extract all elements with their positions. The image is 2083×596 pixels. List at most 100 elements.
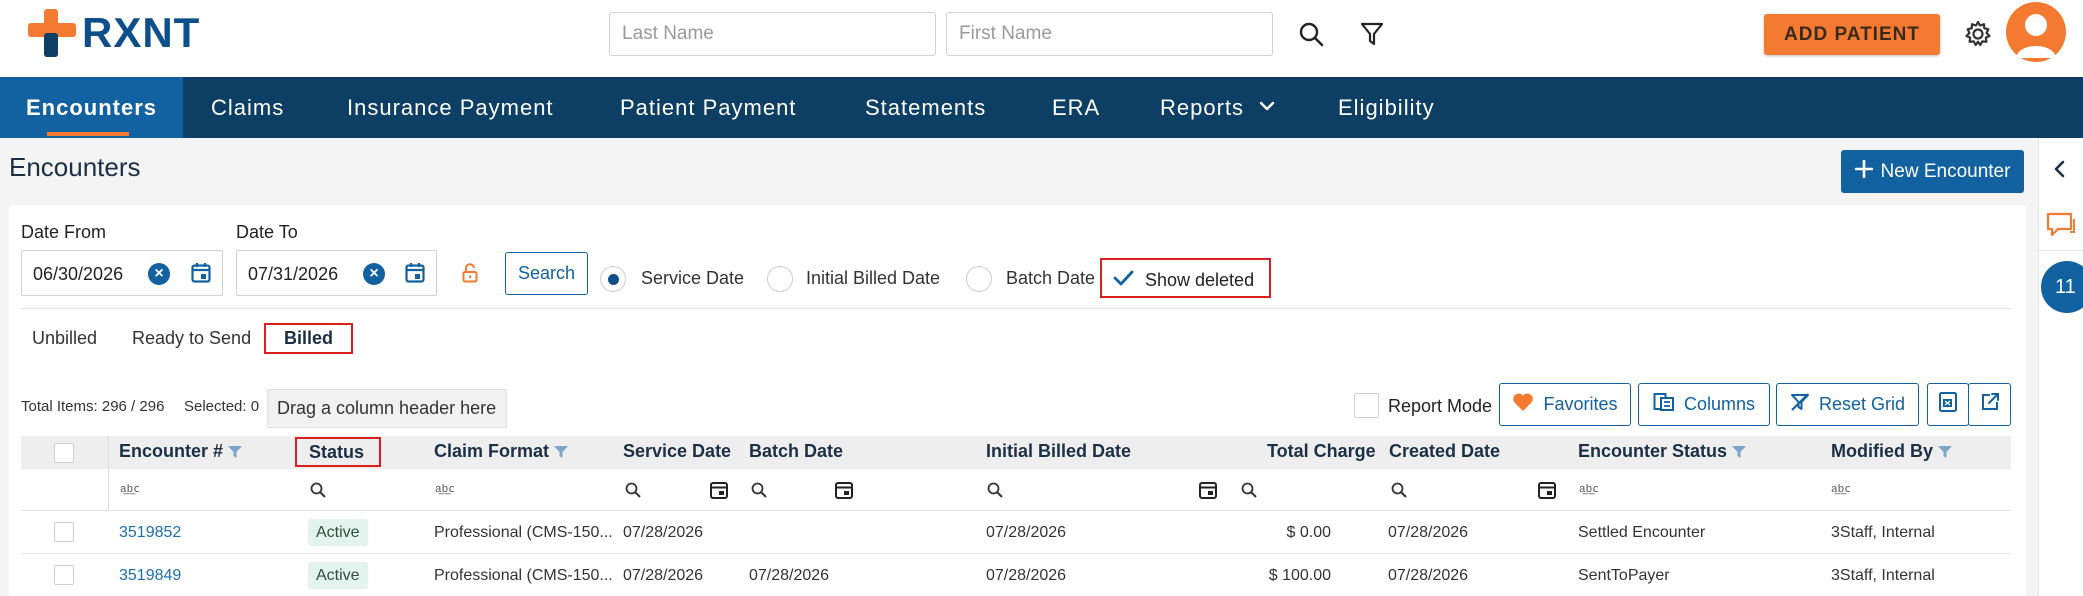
nav-statements[interactable]: Statements [865,77,986,138]
check-icon [1112,267,1134,289]
search-icon[interactable] [1241,482,1257,498]
nav-encounters[interactable]: Encounters [0,77,184,138]
date-from-label: Date From [21,222,107,242]
calendar-icon[interactable] [405,262,425,284]
column-header-encounter-status[interactable]: Encounter Status [1578,441,1747,462]
search-icon[interactable] [625,482,641,498]
new-encounter-button[interactable]: New Encounter [1841,150,2024,193]
radio-initial-billed-date-label: Initial Billed Date [806,268,941,288]
filter-divider [21,308,2011,309]
encounter-status-cell: SentToPayer [1578,567,1670,584]
calendar-icon[interactable] [710,480,728,500]
column-header-created-date[interactable]: Created Date [1389,441,1500,462]
row-checkbox[interactable] [54,565,74,585]
reset-grid-button[interactable]: Reset Grid [1776,383,1919,426]
table-row[interactable]: 3519852 Active Professional (CMS-150... … [21,511,2011,554]
column-header-batch-date[interactable]: Batch Date [749,441,843,462]
clear-icon[interactable]: × [363,263,385,285]
show-deleted-checkbox[interactable]: Show deleted [1100,258,1271,298]
radio-service-date-label: Service Date [641,268,745,288]
select-all-checkbox[interactable] [54,443,74,463]
radio-initial-billed-date[interactable] [767,266,793,292]
favorites-button[interactable]: Favorites [1499,383,1631,426]
unlock-icon[interactable] [462,263,478,288]
show-deleted-label: Show deleted [1145,270,1255,290]
columns-button[interactable]: Columns [1638,383,1770,426]
add-patient-button[interactable]: ADD PATIENT [1764,14,1940,55]
search-icon[interactable] [751,482,767,498]
text-filter-icon[interactable]: a͟b͟c [1579,482,1599,496]
new-encounter-label: New Encounter [1880,160,2011,182]
search-icon[interactable] [1295,18,1327,50]
text-filter-icon[interactable]: a͟b͟c [1831,482,1851,496]
column-header-total-charge[interactable]: Total Charge [1267,441,1376,462]
last-name-input[interactable] [609,12,936,56]
column-header-modified-by[interactable]: Modified By [1831,441,1953,462]
date-from-field[interactable]: 06/30/2026 × [21,250,223,296]
radio-service-date[interactable] [600,266,626,292]
text-filter-icon[interactable]: a͟b͟c [120,482,140,496]
search-button[interactable]: Search [505,252,588,295]
text-filter-icon[interactable]: a͟b͟c [435,482,455,496]
encounter-number-link[interactable]: 3519849 [119,567,181,585]
calendar-icon[interactable] [1538,480,1556,500]
radio-batch-date[interactable] [966,266,992,292]
chat-icon[interactable] [2045,210,2077,245]
top-header: RXNT ADD PATIENT [0,0,2083,77]
search-icon[interactable] [987,482,1003,498]
status-badge: Active [308,519,368,546]
calendar-icon[interactable] [191,262,211,284]
right-rail [2038,138,2083,596]
filter-icon[interactable] [1356,18,1388,50]
first-name-input[interactable] [946,12,1273,56]
column-header-initial-billed-date[interactable]: Initial Billed Date [986,441,1131,462]
heart-icon [1512,392,1534,417]
service-date-cell: 07/28/2026 [623,524,704,541]
nav-insurance-payment[interactable]: Insurance Payment [347,77,554,138]
page-title: Encounters [9,152,141,182]
search-icon[interactable] [310,482,326,498]
column-header-encounter[interactable]: Encounter # [119,441,243,462]
nav-claims[interactable]: Claims [211,77,284,138]
modified-by-cell: 3Staff, Internal [1831,567,1935,584]
search-icon[interactable] [1391,482,1407,498]
share-button[interactable] [1968,383,2011,426]
tab-ready-to-send[interactable]: Ready to Send [132,328,251,349]
claim-format-cell: Professional (CMS-150... [434,524,613,541]
selected-count: Selected: 0 [184,398,260,415]
nav-patient-payment[interactable]: Patient Payment [620,77,796,138]
chevron-left-icon[interactable] [2052,160,2068,183]
calendar-icon[interactable] [835,480,853,500]
claim-format-cell: Professional (CMS-150... [434,567,613,584]
row-checkbox[interactable] [54,522,74,542]
columns-label: Columns [1683,394,1756,414]
tab-billed[interactable]: Billed [264,323,353,354]
chevron-down-icon[interactable] [1258,77,1278,138]
report-mode-checkbox[interactable] [1354,393,1379,418]
main-nav: Encounters Claims Insurance Payment Pati… [0,77,2083,138]
group-drop-zone[interactable]: Drag a column header here [267,389,507,428]
column-header-claim-format[interactable]: Claim Format [434,441,569,462]
nav-reports[interactable]: Reports [1160,77,1244,138]
column-header-service-date[interactable]: Service Date [623,441,731,462]
table-row[interactable]: 3519849 Active Professional (CMS-150... … [21,554,2011,596]
tab-unbilled[interactable]: Unbilled [32,328,97,349]
encounter-number-link[interactable]: 3519852 [119,524,181,542]
gear-icon[interactable] [1962,18,1994,50]
filter-icon [1732,445,1747,458]
encounter-status-cell: Settled Encounter [1578,524,1706,541]
columns-icon [1653,392,1675,417]
user-avatar-icon[interactable] [2006,2,2066,62]
export-excel-button[interactable] [1927,383,1969,426]
date-to-field[interactable]: 07/31/2026 × [236,250,437,296]
rxnt-logo[interactable]: RXNT [28,9,200,57]
clear-icon[interactable]: × [148,263,170,285]
column-header-status[interactable]: Status [295,437,381,467]
date-from-value: 06/30/2026 [33,264,124,284]
nav-eligibility[interactable]: Eligibility [1338,77,1435,138]
total-charge-cell: $ 0.00 [1286,524,1331,541]
nav-era[interactable]: ERA [1052,77,1100,138]
plus-icon [1854,159,1873,184]
calendar-icon[interactable] [1199,480,1217,500]
favorites-label: Favorites [1543,394,1618,414]
